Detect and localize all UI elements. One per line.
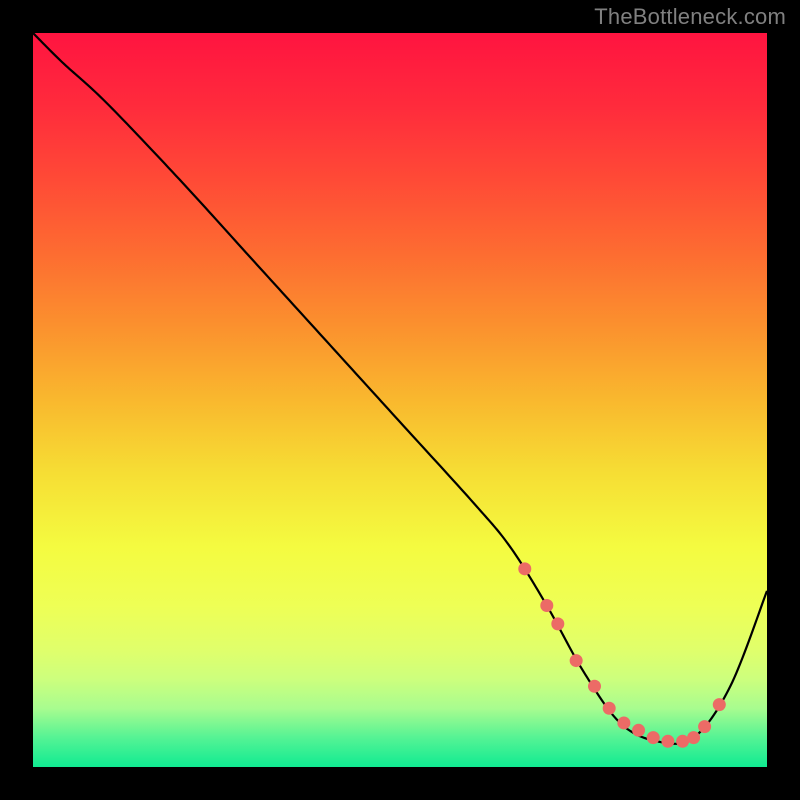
marker-point (588, 680, 601, 693)
gradient-background (33, 33, 767, 767)
marker-point (540, 599, 553, 612)
marker-point (551, 617, 564, 630)
marker-point (687, 731, 700, 744)
marker-point (518, 562, 531, 575)
marker-point (676, 735, 689, 748)
marker-point (570, 654, 583, 667)
marker-point (661, 735, 674, 748)
marker-point (647, 731, 660, 744)
plot-area (33, 33, 767, 767)
marker-point (698, 720, 711, 733)
attribution-label: TheBottleneck.com (594, 4, 786, 30)
marker-point (713, 698, 726, 711)
marker-point (603, 702, 616, 715)
marker-point (617, 716, 630, 729)
chart-stage: TheBottleneck.com (0, 0, 800, 800)
chart-svg (33, 33, 767, 767)
marker-point (632, 724, 645, 737)
